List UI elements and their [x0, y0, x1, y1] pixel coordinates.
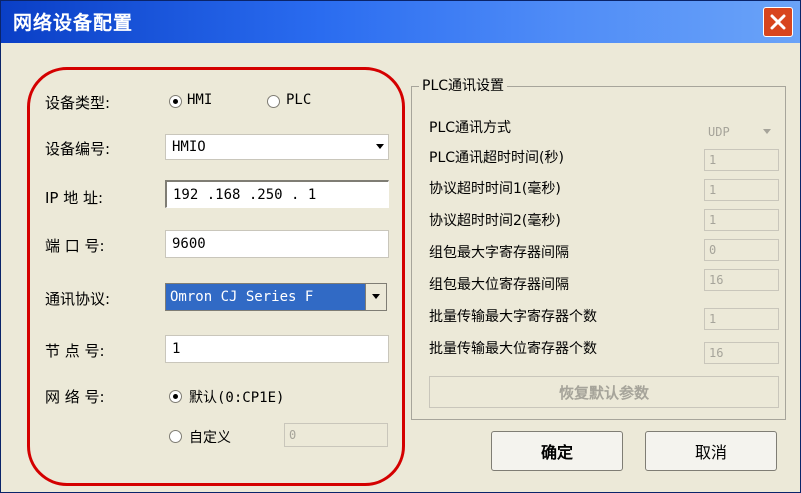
ip-label: IP 地 址: [45, 189, 104, 207]
plc-timeout-value: 1 [709, 153, 717, 167]
max-bit-register-count-label: 批量传输最大位寄存器个数 [429, 341, 597, 357]
plc-comm-mode-label: PLC通讯方式 [429, 120, 512, 136]
max-word-register-count-label: 批量传输最大字寄存器个数 [429, 309, 597, 325]
cancel-button-label: 取消 [694, 443, 727, 462]
device-id-label: 设备编号: [45, 140, 111, 158]
port-field[interactable]: 9600 [165, 230, 389, 258]
max-word-register-count-value: 1 [709, 312, 717, 326]
protocol-timeout1-label: 协议超时时间1(毫秒) [429, 181, 561, 197]
window-title: 网络设备配置 [13, 12, 134, 34]
node-label: 节 点 号: [45, 342, 105, 360]
bit-register-gap-value: 16 [709, 273, 724, 287]
bit-register-gap-field[interactable]: 16 [704, 269, 779, 291]
network-label: 网 络 号: [45, 388, 105, 406]
word-register-gap-value: 0 [709, 243, 717, 257]
word-register-gap-field[interactable]: 0 [704, 239, 779, 261]
hmi-radio[interactable] [169, 95, 182, 108]
plc-comm-group-title: PLC通讯设置 [419, 75, 508, 95]
chevron-down-icon [763, 129, 771, 134]
protocol-timeout1-field[interactable]: 1 [704, 179, 779, 201]
bit-register-gap-label: 组包最大位寄存器间隔 [429, 277, 569, 293]
chevron-down-icon [372, 294, 380, 299]
network-default-label: 默认(0:CP1E) [189, 390, 285, 406]
protocol-timeout1-value: 1 [709, 183, 717, 197]
title-bar[interactable]: 网络设备配置 [1, 1, 800, 43]
device-type-label: 设备类型: [45, 94, 111, 112]
restore-defaults-label: 恢复默认参数 [558, 383, 649, 402]
device-id-select[interactable]: HMIO [165, 134, 389, 160]
port-label: 端 口 号: [45, 237, 105, 255]
ip-address-field[interactable]: 192 .168 .250 . 1 [165, 180, 389, 208]
cancel-button[interactable]: 取消 [645, 431, 777, 471]
hmi-radio-label: HMI [187, 92, 213, 108]
word-register-gap-label: 组包最大字寄存器间隔 [429, 245, 569, 261]
protocol-timeout2-value: 1 [709, 213, 717, 227]
max-bit-register-count-field[interactable]: 16 [704, 342, 779, 364]
protocol-select[interactable]: Omron CJ Series F [165, 283, 387, 311]
port-value: 9600 [172, 236, 206, 252]
protocol-value: Omron CJ Series F [170, 289, 314, 305]
network-default-radio[interactable] [169, 390, 182, 403]
plc-comm-mode-select[interactable]: UDP [704, 121, 779, 143]
protocol-label: 通讯协议: [45, 290, 111, 308]
protocol-timeout2-field[interactable]: 1 [704, 209, 779, 231]
max-bit-register-count-value: 16 [709, 346, 724, 360]
protocol-timeout2-label: 协议超时时间2(毫秒) [429, 213, 561, 229]
device-id-value: HMIO [172, 139, 206, 155]
network-custom-field[interactable]: 0 [284, 423, 388, 447]
plc-comm-mode-value: UDP [708, 125, 730, 139]
plc-timeout-field[interactable]: 1 [704, 149, 779, 171]
plc-radio[interactable] [267, 95, 280, 108]
restore-defaults-button[interactable]: 恢复默认参数 [429, 376, 779, 408]
plc-timeout-label: PLC通讯超时时间(秒) [429, 150, 564, 166]
network-custom-value: 0 [289, 428, 297, 442]
ok-button-label: 确定 [540, 443, 573, 462]
ok-button[interactable]: 确定 [491, 431, 623, 471]
node-field[interactable]: 1 [165, 335, 389, 363]
close-icon [770, 14, 786, 30]
plc-radio-label: PLC [286, 92, 312, 108]
ip-value: 192 .168 .250 . 1 [173, 186, 317, 203]
max-word-register-count-field[interactable]: 1 [704, 308, 779, 330]
close-button[interactable] [763, 7, 793, 37]
network-custom-label: 自定义 [189, 430, 231, 446]
node-value: 1 [172, 341, 181, 357]
protocol-dropdown-button[interactable] [365, 284, 386, 310]
dialog-window: 网络设备配置 设备类型: HMI PLC 设备编号: HMIO IP 地 址: … [0, 0, 801, 493]
network-custom-radio[interactable] [169, 430, 182, 443]
chevron-down-icon [376, 144, 384, 149]
